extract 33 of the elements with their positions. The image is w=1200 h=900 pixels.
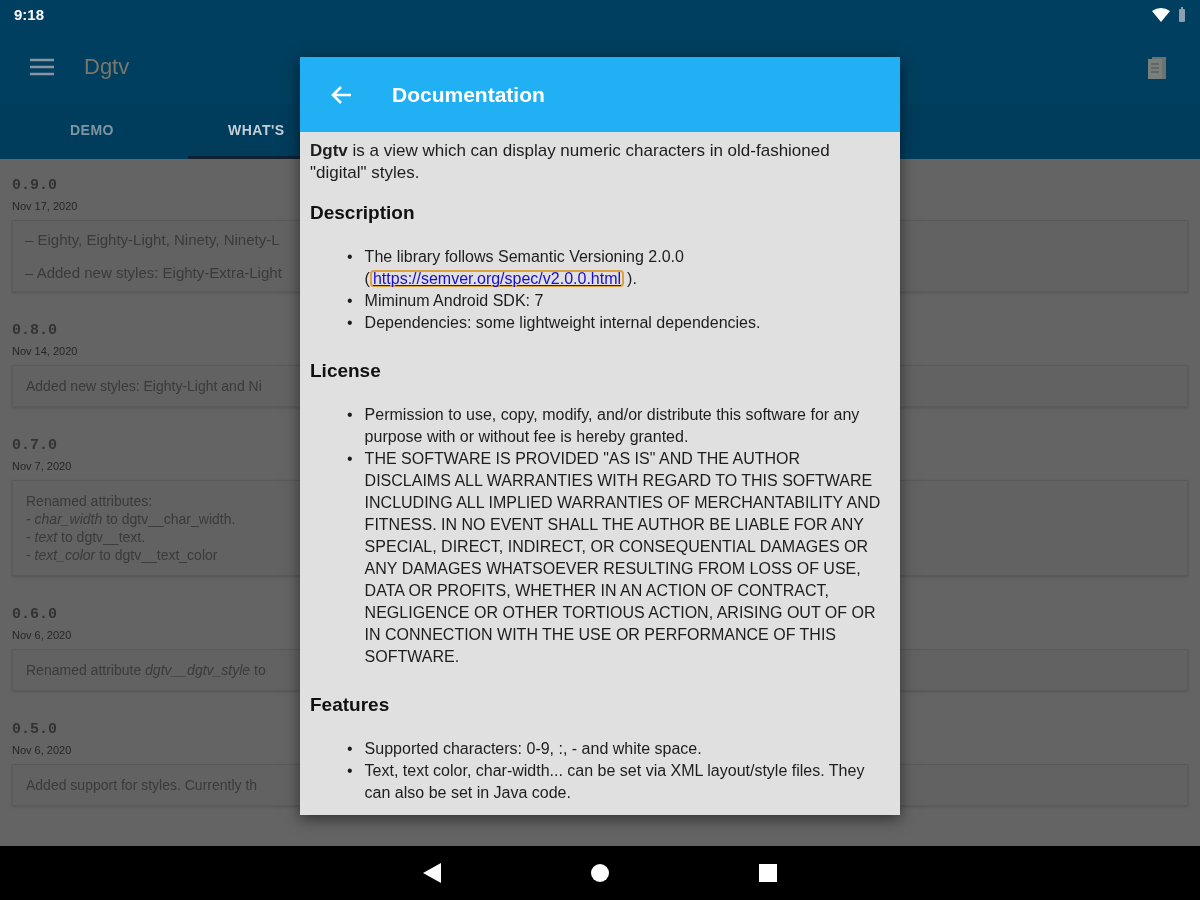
list-item: Permission to use, copy, modify, and/or distribute this software for any purpose with or without fee is hereby granted. [364,405,861,447]
menu-icon[interactable] [30,57,54,76]
list-item: Miminum Android SDK: 7 [364,291,545,311]
link[interactable]: https://semver.org/spec/v2.0.0.html [369,270,625,287]
release-date: Nov 17, 2020 [12,199,78,212]
wifi-icon [1152,7,1170,22]
list-item: Dependencies: some lightweight internal dependencies. [364,313,762,333]
list-item: Text, text color, char-width... can be set via XML layout/style files. They can also be set in Java code. [364,761,866,803]
battery-icon [1178,7,1186,23]
dialog-title: Documentation [392,82,545,107]
tab[interactable]: DEMO [0,104,188,159]
list-item: THE SOFTWARE IS PROVIDED "AS IS" AND THE AUTHOR DISCLAIMS ALL WARRANTIES WITH REGARD TO THIS SOFTWARE INCLUDING ALL IMPLIED WARRANTIES OF MERCHANTABILITY AND FITNESS. IN NO EVENT SHALL THE AUTHOR BE LIABLE FOR ANY SPECIAL, DIRECT, INDIRECT, OR CONSEQUENTIAL DAMAGES OR ANY DAMAGES WHATSOEVER RESULTING FROM LOSS OF USE, DATA OR PROFITS, WHETHER IN AN ACTION OF CONTRACT, NEGLIGENCE OR OTHER TORTIOUS ACTION, ARISING OUT OF OR IN CONNECTION WITH THE USE OR PERFORMANCE OF THIS SOFTWARE. [364,449,882,667]
release-date: Nov 6, 2020 [12,628,72,641]
home-icon[interactable] [591,863,609,882]
release-date: Nov 6, 2020 [12,743,72,756]
bullet: • [347,247,353,267]
release-date: Nov 7, 2020 [12,459,72,472]
bullet: • [347,739,353,759]
section-heading: Features [310,694,391,716]
bullet: • [347,761,353,781]
section-heading: Description [310,202,416,224]
section-heading: License [310,360,382,382]
list-item: Supported characters: 0-9, :, - and white space. [364,739,703,759]
bullet: • [347,405,353,425]
list-item: The library follows Semantic Versioning 2.0.0 ( https://semver.org/spec/v2.0.0.html ). [364,247,685,289]
release-date: Nov 14, 2020 [12,344,78,357]
bullet: • [347,313,353,333]
bullet: • [347,291,353,311]
recents-icon[interactable] [759,863,777,882]
app-title: Dgtv [84,53,131,80]
bullet: • [347,449,353,469]
clock: 9:18 [14,6,45,24]
back-icon[interactable] [423,862,441,883]
